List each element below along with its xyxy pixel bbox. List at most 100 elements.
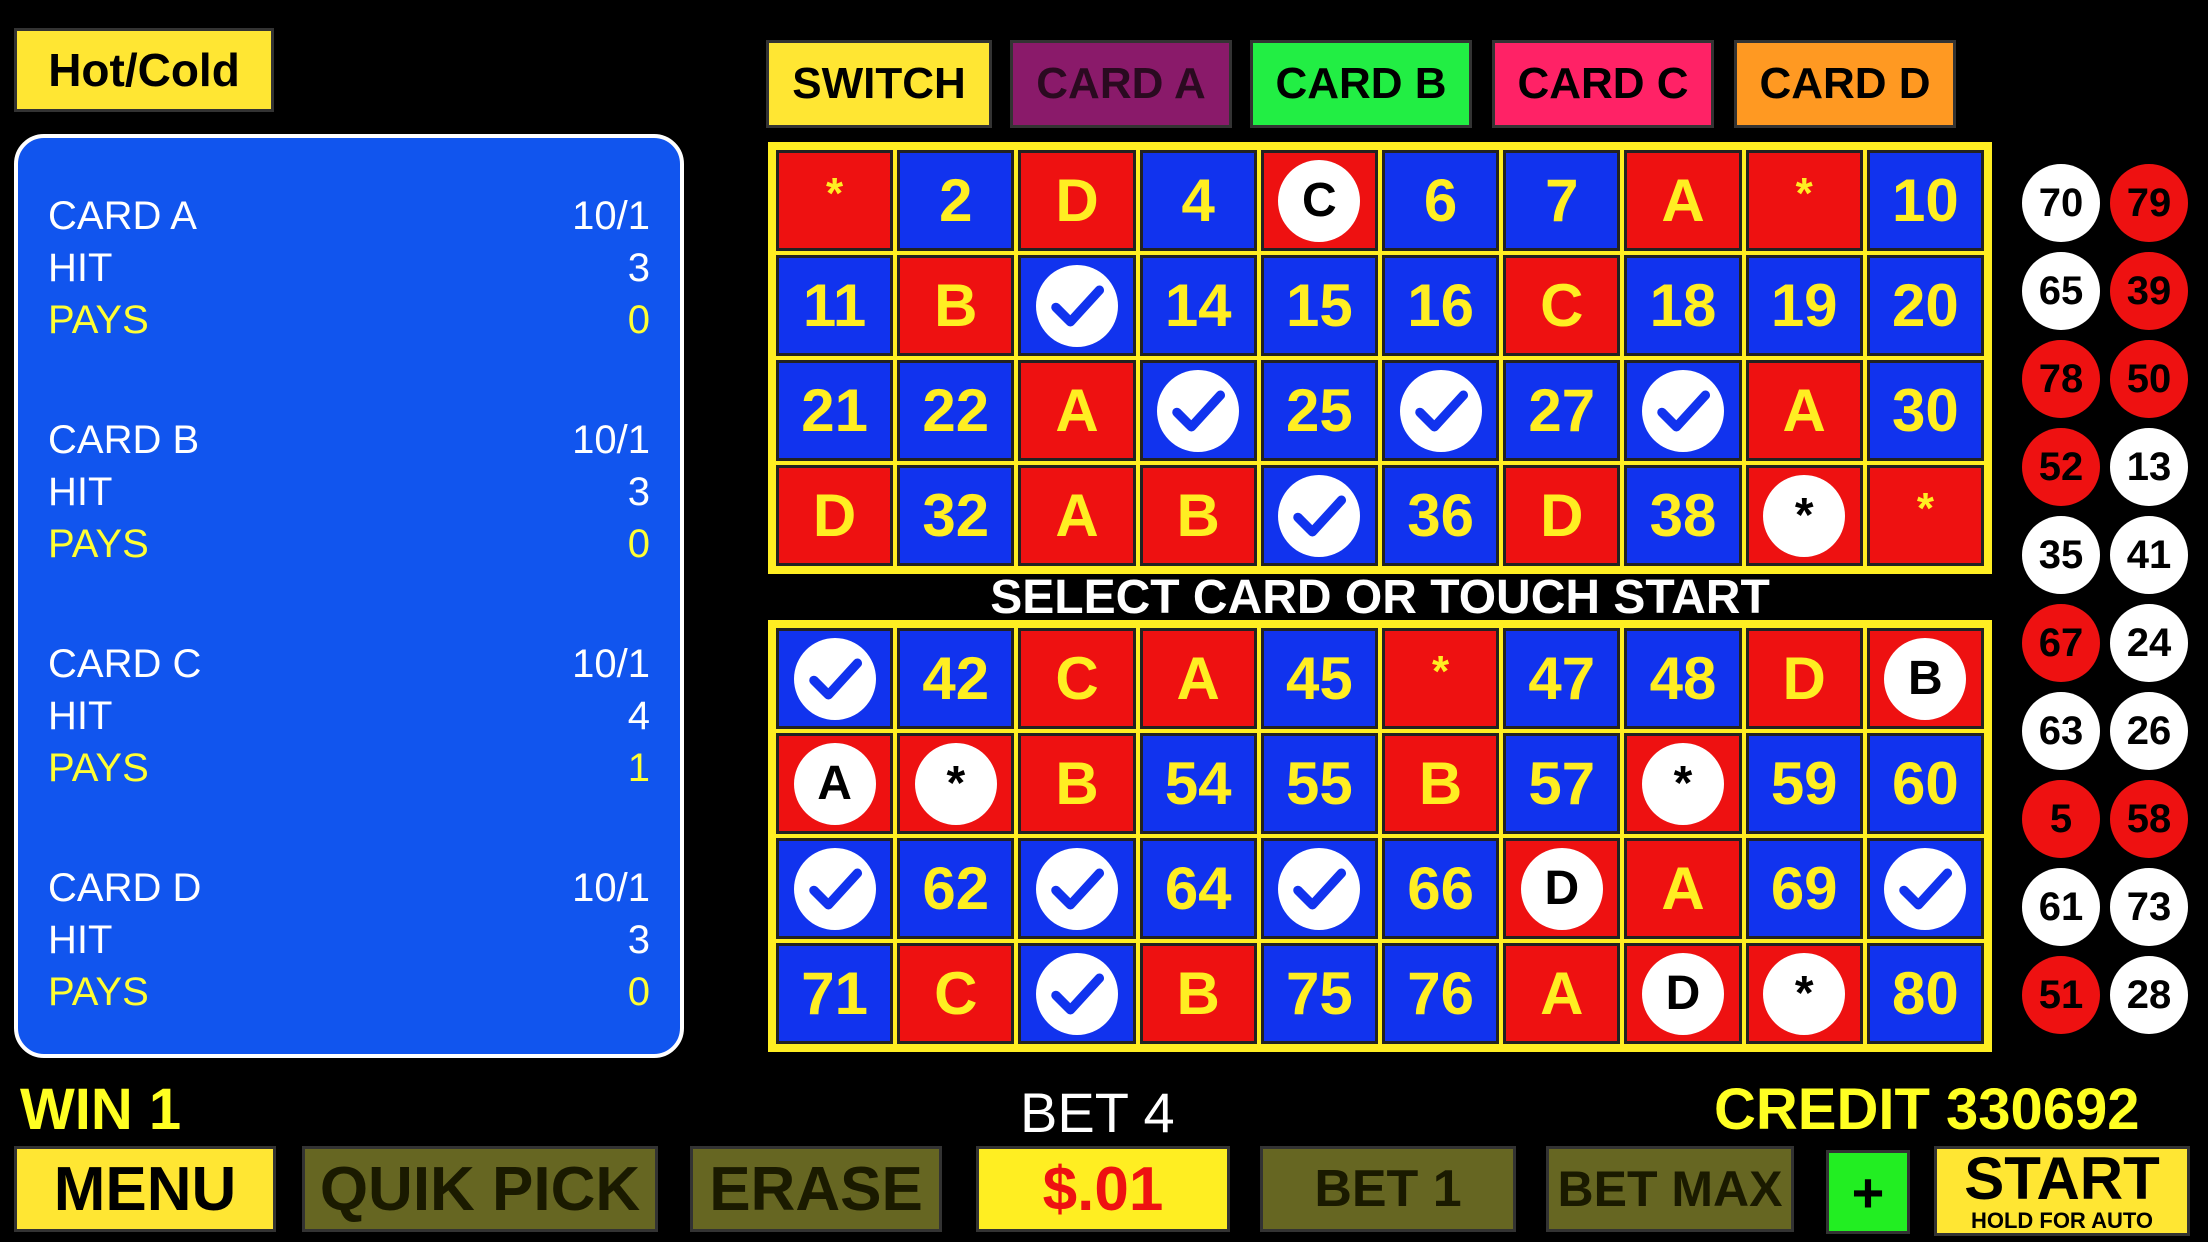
keno-spot-41[interactable] xyxy=(776,628,894,729)
keno-spot-14[interactable]: 14 xyxy=(1139,255,1257,356)
keno-spot-56[interactable]: B xyxy=(1381,733,1500,834)
keno-spot-52[interactable]: * xyxy=(897,733,1015,834)
keno-spot-58[interactable]: * xyxy=(1624,733,1742,834)
keno-spot-27[interactable]: 27 xyxy=(1503,360,1621,461)
keno-spot-34[interactable]: B xyxy=(1139,465,1257,566)
keno-spot-46[interactable]: * xyxy=(1381,628,1500,729)
keno-spot-31[interactable]: D xyxy=(776,465,894,566)
keno-spot-59[interactable]: 59 xyxy=(1745,733,1863,834)
keno-spot-75[interactable]: 75 xyxy=(1260,943,1378,1044)
keno-spot-21[interactable]: 21 xyxy=(776,360,894,461)
keno-spot-36[interactable]: 36 xyxy=(1381,465,1500,566)
keno-spot-19[interactable]: 19 xyxy=(1745,255,1863,356)
keno-spot-3[interactable]: D xyxy=(1018,150,1136,251)
bet-one-button[interactable]: BET 1 xyxy=(1260,1146,1516,1232)
keno-spot-30[interactable]: 30 xyxy=(1866,360,1984,461)
keno-spot-20[interactable]: 20 xyxy=(1866,255,1984,356)
keno-spot-24[interactable] xyxy=(1139,360,1257,461)
card-name: CARD A xyxy=(48,194,197,238)
keno-spot-7[interactable]: 7 xyxy=(1503,150,1621,251)
keno-spot-15[interactable]: 15 xyxy=(1260,255,1378,356)
drawn-ball: 73 xyxy=(2110,868,2188,946)
keno-spot-5[interactable]: C xyxy=(1260,150,1378,251)
keno-spot-42[interactable]: 42 xyxy=(897,628,1015,729)
keno-spot-74[interactable]: B xyxy=(1139,943,1257,1044)
tab-card-b[interactable]: CARD B xyxy=(1250,40,1472,128)
keno-spot-49[interactable]: D xyxy=(1745,628,1863,729)
tab-card-d[interactable]: CARD D xyxy=(1734,40,1956,128)
keno-spot-66[interactable]: 66 xyxy=(1381,838,1500,939)
keno-spot-65[interactable] xyxy=(1260,838,1378,939)
quik-pick-button[interactable]: QUIK PICK xyxy=(302,1146,658,1232)
keno-spot-60[interactable]: 60 xyxy=(1866,733,1984,834)
keno-spot-37[interactable]: D xyxy=(1503,465,1621,566)
keno-spot-4[interactable]: 4 xyxy=(1139,150,1257,251)
keno-spot-39[interactable]: * xyxy=(1745,465,1863,566)
tab-card-a[interactable]: CARD A xyxy=(1010,40,1232,128)
keno-spot-18[interactable]: 18 xyxy=(1624,255,1742,356)
keno-spot-72[interactable]: C xyxy=(897,943,1015,1044)
keno-spot-28[interactable] xyxy=(1624,360,1742,461)
keno-spot-43[interactable]: C xyxy=(1018,628,1136,729)
keno-spot-16[interactable]: 16 xyxy=(1381,255,1500,356)
keno-spot-29[interactable]: A xyxy=(1745,360,1863,461)
bet-max-button[interactable]: BET MAX xyxy=(1546,1146,1794,1232)
keno-spot-38[interactable]: 38 xyxy=(1624,465,1742,566)
keno-spot-53[interactable]: B xyxy=(1018,733,1136,834)
keno-spot-80[interactable]: 80 xyxy=(1866,943,1984,1044)
spot-label: 57 xyxy=(1528,750,1596,817)
keno-spot-51[interactable]: A xyxy=(776,733,894,834)
hot-cold-button[interactable]: Hot/Cold xyxy=(14,28,274,112)
menu-button[interactable]: MENU xyxy=(14,1146,276,1232)
keno-spot-1[interactable]: * xyxy=(776,150,894,251)
keno-spot-67[interactable]: D xyxy=(1503,838,1621,939)
switch-button[interactable]: SWITCH xyxy=(766,40,992,128)
keno-spot-70[interactable] xyxy=(1866,838,1984,939)
keno-spot-11[interactable]: 11 xyxy=(776,255,894,356)
keno-spot-47[interactable]: 47 xyxy=(1503,628,1621,729)
keno-spot-26[interactable] xyxy=(1381,360,1500,461)
keno-spot-77[interactable]: A xyxy=(1503,943,1621,1044)
keno-spot-76[interactable]: 76 xyxy=(1381,943,1500,1044)
keno-spot-48[interactable]: 48 xyxy=(1624,628,1742,729)
keno-spot-33[interactable]: A xyxy=(1018,465,1136,566)
keno-spot-54[interactable]: 54 xyxy=(1139,733,1257,834)
keno-spot-63[interactable] xyxy=(1018,838,1136,939)
keno-spot-22[interactable]: 22 xyxy=(897,360,1015,461)
keno-spot-8[interactable]: A xyxy=(1624,150,1742,251)
start-button[interactable]: START HOLD FOR AUTO xyxy=(1934,1146,2190,1236)
keno-spot-62[interactable]: 62 xyxy=(897,838,1015,939)
keno-spot-69[interactable]: 69 xyxy=(1745,838,1863,939)
keno-spot-17[interactable]: C xyxy=(1503,255,1621,356)
check-icon xyxy=(1035,952,1118,1035)
tab-card-c[interactable]: CARD C xyxy=(1492,40,1714,128)
keno-spot-61[interactable] xyxy=(776,838,894,939)
keno-spot-25[interactable]: 25 xyxy=(1260,360,1378,461)
keno-spot-9[interactable]: * xyxy=(1745,150,1863,251)
keno-spot-79[interactable]: * xyxy=(1745,943,1863,1044)
keno-spot-57[interactable]: 57 xyxy=(1503,733,1621,834)
keno-spot-71[interactable]: 71 xyxy=(776,943,894,1044)
erase-button[interactable]: ERASE xyxy=(690,1146,942,1232)
denomination-button[interactable]: $.01 xyxy=(976,1146,1230,1232)
keno-spot-45[interactable]: 45 xyxy=(1260,628,1378,729)
keno-spot-78[interactable]: D xyxy=(1624,943,1742,1044)
keno-spot-12[interactable]: B xyxy=(897,255,1015,356)
keno-spot-44[interactable]: A xyxy=(1139,628,1257,729)
keno-spot-32[interactable]: 32 xyxy=(897,465,1015,566)
keno-spot-23[interactable]: A xyxy=(1018,360,1136,461)
plus-button[interactable]: + xyxy=(1826,1150,1910,1234)
win-display: WIN 1 xyxy=(20,1077,182,1142)
keno-spot-2[interactable]: 2 xyxy=(897,150,1015,251)
keno-spot-55[interactable]: 55 xyxy=(1260,733,1378,834)
drawn-ball: 41 xyxy=(2110,516,2188,594)
keno-spot-40[interactable]: * xyxy=(1866,465,1984,566)
keno-spot-73[interactable] xyxy=(1018,943,1136,1044)
keno-spot-10[interactable]: 10 xyxy=(1866,150,1984,251)
keno-spot-13[interactable] xyxy=(1018,255,1136,356)
keno-spot-68[interactable]: A xyxy=(1624,838,1742,939)
keno-spot-6[interactable]: 6 xyxy=(1381,150,1500,251)
keno-spot-64[interactable]: 64 xyxy=(1139,838,1257,939)
keno-spot-50[interactable]: B xyxy=(1866,628,1984,729)
keno-spot-35[interactable] xyxy=(1260,465,1378,566)
